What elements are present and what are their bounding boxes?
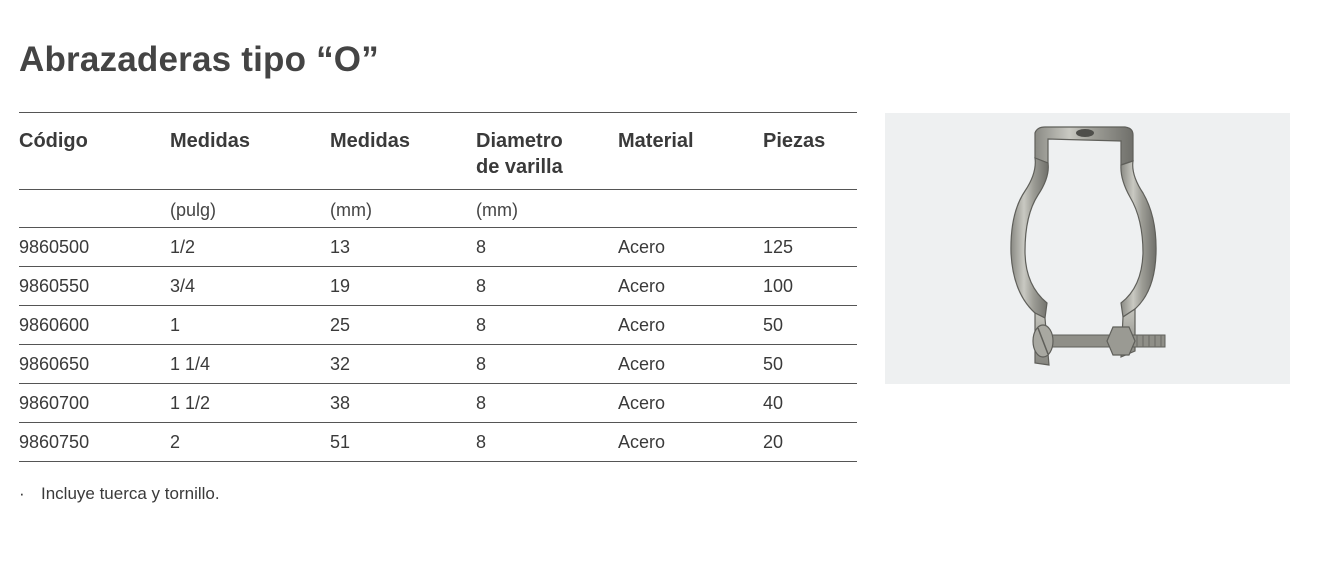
cell-medidas-pulg: 1 1/4 — [170, 344, 330, 384]
cell-piezas: 20 — [763, 422, 857, 462]
footnote: · Incluye tuerca y tornillo. — [19, 484, 220, 504]
cell-material: Acero — [618, 227, 763, 267]
table-row: 9860650 1 1/4 32 8 Acero 50 — [19, 344, 857, 384]
table-units-row: (pulg) (mm) (mm) — [19, 189, 857, 228]
table-row: 9860750 2 51 8 Acero 20 — [19, 422, 857, 462]
cell-diametro: 8 — [476, 266, 618, 306]
header-piezas: Piezas — [763, 112, 857, 190]
unit-cell: (mm) — [330, 189, 476, 228]
cell-material: Acero — [618, 422, 763, 462]
pipe-clamp-icon — [1010, 126, 1166, 366]
cell-medidas-pulg: 1/2 — [170, 227, 330, 267]
product-image — [885, 113, 1290, 384]
table-row: 9860600 1 25 8 Acero 50 — [19, 305, 857, 345]
header-material: Material — [618, 112, 763, 190]
cell-medidas-mm: 32 — [330, 344, 476, 384]
cell-material: Acero — [618, 266, 763, 306]
cell-diametro: 8 — [476, 305, 618, 345]
cell-medidas-mm: 13 — [330, 227, 476, 267]
unit-cell: (mm) — [476, 189, 618, 228]
table-header-row: Código Medidas Medidas Diametro de varil… — [19, 112, 857, 190]
cell-codigo: 9860650 — [19, 344, 170, 384]
cell-codigo: 9860600 — [19, 305, 170, 345]
cell-piezas: 50 — [763, 305, 857, 345]
header-codigo: Código — [19, 112, 170, 190]
cell-codigo: 9860500 — [19, 227, 170, 267]
spec-table: Código Medidas Medidas Diametro de varil… — [19, 112, 857, 462]
cell-medidas-pulg: 2 — [170, 422, 330, 462]
cell-codigo: 9860550 — [19, 266, 170, 306]
unit-cell: (pulg) — [170, 189, 330, 228]
page-title: Abrazaderas tipo “O” — [19, 40, 379, 79]
header-diametro: Diametro de varilla — [476, 112, 618, 190]
cell-codigo: 9860700 — [19, 383, 170, 423]
cell-piezas: 125 — [763, 227, 857, 267]
table-row: 9860500 1/2 13 8 Acero 125 — [19, 227, 857, 267]
cell-codigo: 9860750 — [19, 422, 170, 462]
cell-piezas: 50 — [763, 344, 857, 384]
cell-medidas-mm: 38 — [330, 383, 476, 423]
header-medidas-pulg: Medidas — [170, 112, 330, 190]
unit-cell — [618, 189, 763, 228]
cell-diametro: 8 — [476, 227, 618, 267]
cell-diametro: 8 — [476, 344, 618, 384]
header-diametro-label: Diametro de varilla — [476, 130, 563, 178]
cell-material: Acero — [618, 305, 763, 345]
bullet: · — [19, 484, 25, 503]
cell-medidas-mm: 51 — [330, 422, 476, 462]
cell-diametro: 8 — [476, 422, 618, 462]
unit-cell — [763, 189, 857, 228]
footnote-text: Incluye tuerca y tornillo. — [41, 484, 220, 503]
cell-diametro: 8 — [476, 383, 618, 423]
cell-medidas-pulg: 3/4 — [170, 266, 330, 306]
cell-medidas-pulg: 1 1/2 — [170, 383, 330, 423]
header-medidas-mm: Medidas — [330, 112, 476, 190]
cell-piezas: 100 — [763, 266, 857, 306]
cell-material: Acero — [618, 383, 763, 423]
cell-medidas-mm: 25 — [330, 305, 476, 345]
cell-material: Acero — [618, 344, 763, 384]
cell-piezas: 40 — [763, 383, 857, 423]
cell-medidas-pulg: 1 — [170, 305, 330, 345]
table-row: 9860700 1 1/2 38 8 Acero 40 — [19, 383, 857, 423]
unit-cell — [19, 189, 170, 228]
cell-medidas-mm: 19 — [330, 266, 476, 306]
table-row: 9860550 3/4 19 8 Acero 100 — [19, 266, 857, 306]
